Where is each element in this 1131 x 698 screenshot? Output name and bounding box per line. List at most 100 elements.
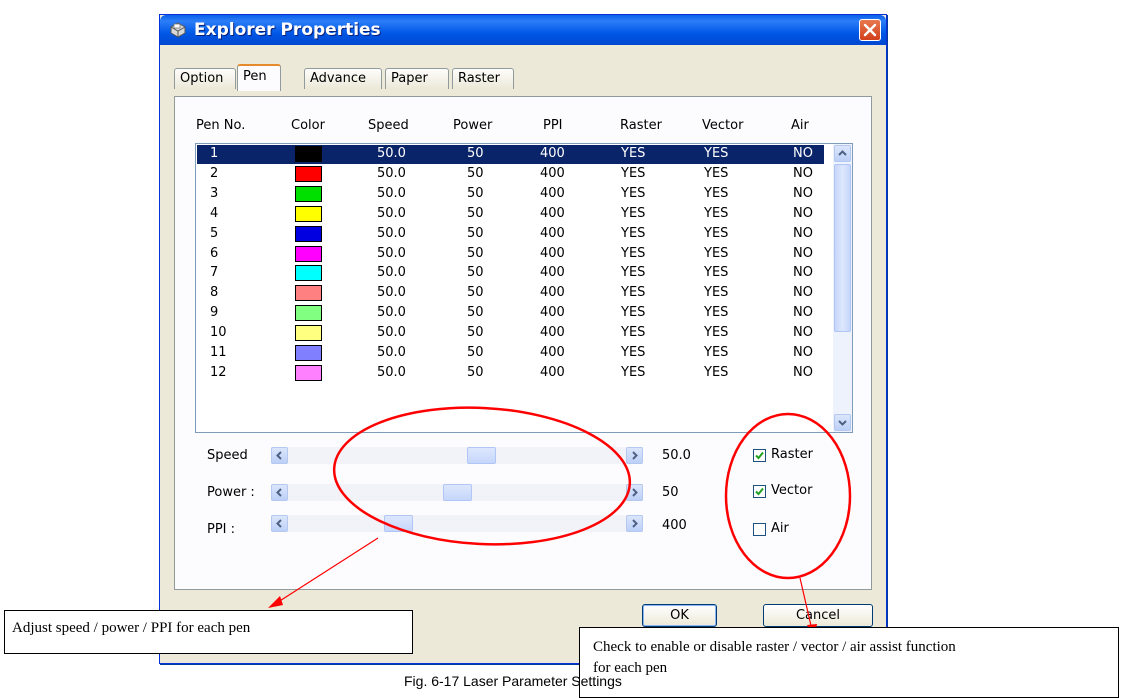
slider-left-button[interactable] <box>271 447 288 464</box>
cell-vector: YES <box>704 305 729 321</box>
table-row[interactable]: 9 50.0 50 400 YES YES NO <box>197 304 824 323</box>
cell-air: NO <box>793 345 813 360</box>
slider-left-button[interactable] <box>271 484 288 501</box>
chevron-right-icon <box>632 519 638 528</box>
scroll-down-button[interactable] <box>834 414 851 431</box>
checkmark-icon <box>755 487 764 496</box>
raster-checkbox-label: Raster <box>771 447 813 462</box>
chevron-left-icon <box>276 488 282 497</box>
power-slider-thumb[interactable] <box>442 484 472 501</box>
table-row[interactable]: 6 50.0 50 400 YES YES NO <box>197 245 824 264</box>
color-swatch[interactable] <box>295 165 322 182</box>
table-row[interactable]: 1 50.0 50 400 YES YES NO <box>197 145 824 164</box>
slider-right-button[interactable] <box>626 515 643 532</box>
tab-advance[interactable]: Advance <box>304 68 382 89</box>
cell-raster: YES <box>621 265 646 281</box>
cell-speed: 50.0 <box>377 205 406 221</box>
table-row[interactable]: 8 50.0 50 400 YES YES NO <box>197 284 824 303</box>
tab-label: Paper <box>391 71 428 86</box>
color-swatch[interactable] <box>295 305 322 322</box>
cell-speed: 50.0 <box>377 265 406 281</box>
ok-button[interactable]: OK <box>642 604 717 627</box>
cell-power: 50 <box>467 146 484 161</box>
cell-power: 50 <box>467 265 484 281</box>
close-button[interactable] <box>859 19 881 41</box>
cell-power: 50 <box>467 305 484 321</box>
cell-ppi: 400 <box>540 285 565 301</box>
table-row[interactable]: 11 50.0 50 400 YES YES NO <box>197 344 824 363</box>
color-swatch[interactable] <box>295 285 322 302</box>
color-swatch[interactable] <box>295 364 322 381</box>
table-row[interactable]: 12 50.0 50 400 YES YES NO <box>197 364 824 383</box>
cell-raster: YES <box>621 305 646 321</box>
speed-slider-thumb[interactable] <box>467 447 497 464</box>
color-swatch[interactable] <box>295 325 322 342</box>
ppi-slider-thumb[interactable] <box>383 515 413 532</box>
column-header-air: Air <box>791 118 809 133</box>
cell-power: 50 <box>467 245 484 261</box>
table-row[interactable]: 5 50.0 50 400 YES YES NO <box>197 225 824 244</box>
cell-pen: 11 <box>210 345 227 360</box>
cell-pen: 1 <box>210 146 219 161</box>
color-swatch[interactable] <box>295 225 322 242</box>
sliders-annotation: Adjust speed / power / PPI for each pen <box>4 610 413 654</box>
cell-power: 50 <box>467 345 484 360</box>
chevron-up-icon <box>838 150 847 156</box>
color-swatch[interactable] <box>295 185 322 202</box>
chevron-right-icon <box>632 488 638 497</box>
power-slider[interactable] <box>271 484 643 501</box>
slider-right-button[interactable] <box>626 484 643 501</box>
cell-air: NO <box>793 364 813 380</box>
slider-left-button[interactable] <box>271 515 288 532</box>
title-bar[interactable]: Explorer Properties <box>160 15 886 45</box>
table-row[interactable]: 3 50.0 50 400 YES YES NO <box>197 185 824 204</box>
table-row[interactable]: 7 50.0 50 400 YES YES NO <box>197 264 824 283</box>
cell-vector: YES <box>704 245 729 261</box>
pen-list[interactable]: 1 50.0 50 400 YES YES NO 2 50.0 50 400 YES YES NO 3 50.… <box>195 143 853 433</box>
cell-speed: 50.0 <box>377 285 406 301</box>
slider-right-button[interactable] <box>626 447 643 464</box>
tab-label: Pen <box>243 69 267 84</box>
table-row[interactable]: 4 50.0 50 400 YES YES NO <box>197 205 824 224</box>
cell-pen: 9 <box>210 305 219 321</box>
tab-pen[interactable]: Pen <box>237 64 281 91</box>
vertical-scrollbar[interactable] <box>833 144 852 432</box>
vector-checkbox[interactable] <box>753 485 766 498</box>
color-swatch[interactable] <box>295 345 322 361</box>
close-icon <box>863 23 877 37</box>
scroll-thumb[interactable] <box>834 164 851 332</box>
table-row[interactable]: 10 50.0 50 400 YES YES NO <box>197 324 824 343</box>
cell-air: NO <box>793 146 813 161</box>
checkboxes-annotation-line2: for each pen <box>593 660 668 676</box>
cell-raster: YES <box>621 225 646 241</box>
cell-speed: 50.0 <box>377 185 406 201</box>
tab-paper[interactable]: Paper <box>385 68 449 89</box>
table-row[interactable]: 2 50.0 50 400 YES YES NO <box>197 165 824 184</box>
color-swatch[interactable] <box>295 245 322 262</box>
tab-option[interactable]: Option <box>174 68 236 89</box>
color-swatch[interactable] <box>295 265 322 282</box>
cell-speed: 50.0 <box>377 245 406 261</box>
raster-checkbox[interactable] <box>753 449 766 462</box>
cell-power: 50 <box>467 225 484 241</box>
color-swatch[interactable] <box>295 146 322 162</box>
cancel-button[interactable]: Cancel <box>763 604 873 627</box>
cell-raster: YES <box>621 165 646 181</box>
chevron-down-icon <box>838 420 847 426</box>
ppi-label: PPI : <box>207 522 236 537</box>
color-swatch[interactable] <box>295 205 322 222</box>
checkboxes-annotation: Check to enable or disable raster / vect… <box>579 627 1119 698</box>
cell-raster: YES <box>621 205 646 221</box>
scroll-up-button[interactable] <box>834 145 851 162</box>
air-checkbox[interactable] <box>753 523 766 536</box>
cell-vector: YES <box>704 285 729 301</box>
cell-speed: 50.0 <box>377 165 406 181</box>
ppi-slider[interactable] <box>271 515 643 532</box>
cell-pen: 10 <box>210 325 227 341</box>
cell-vector: YES <box>704 364 729 380</box>
cell-air: NO <box>793 305 813 321</box>
speed-slider[interactable] <box>271 447 643 464</box>
air-checkbox-label: Air <box>771 521 789 536</box>
cell-pen: 5 <box>210 225 219 241</box>
tab-raster[interactable]: Raster <box>452 68 514 89</box>
